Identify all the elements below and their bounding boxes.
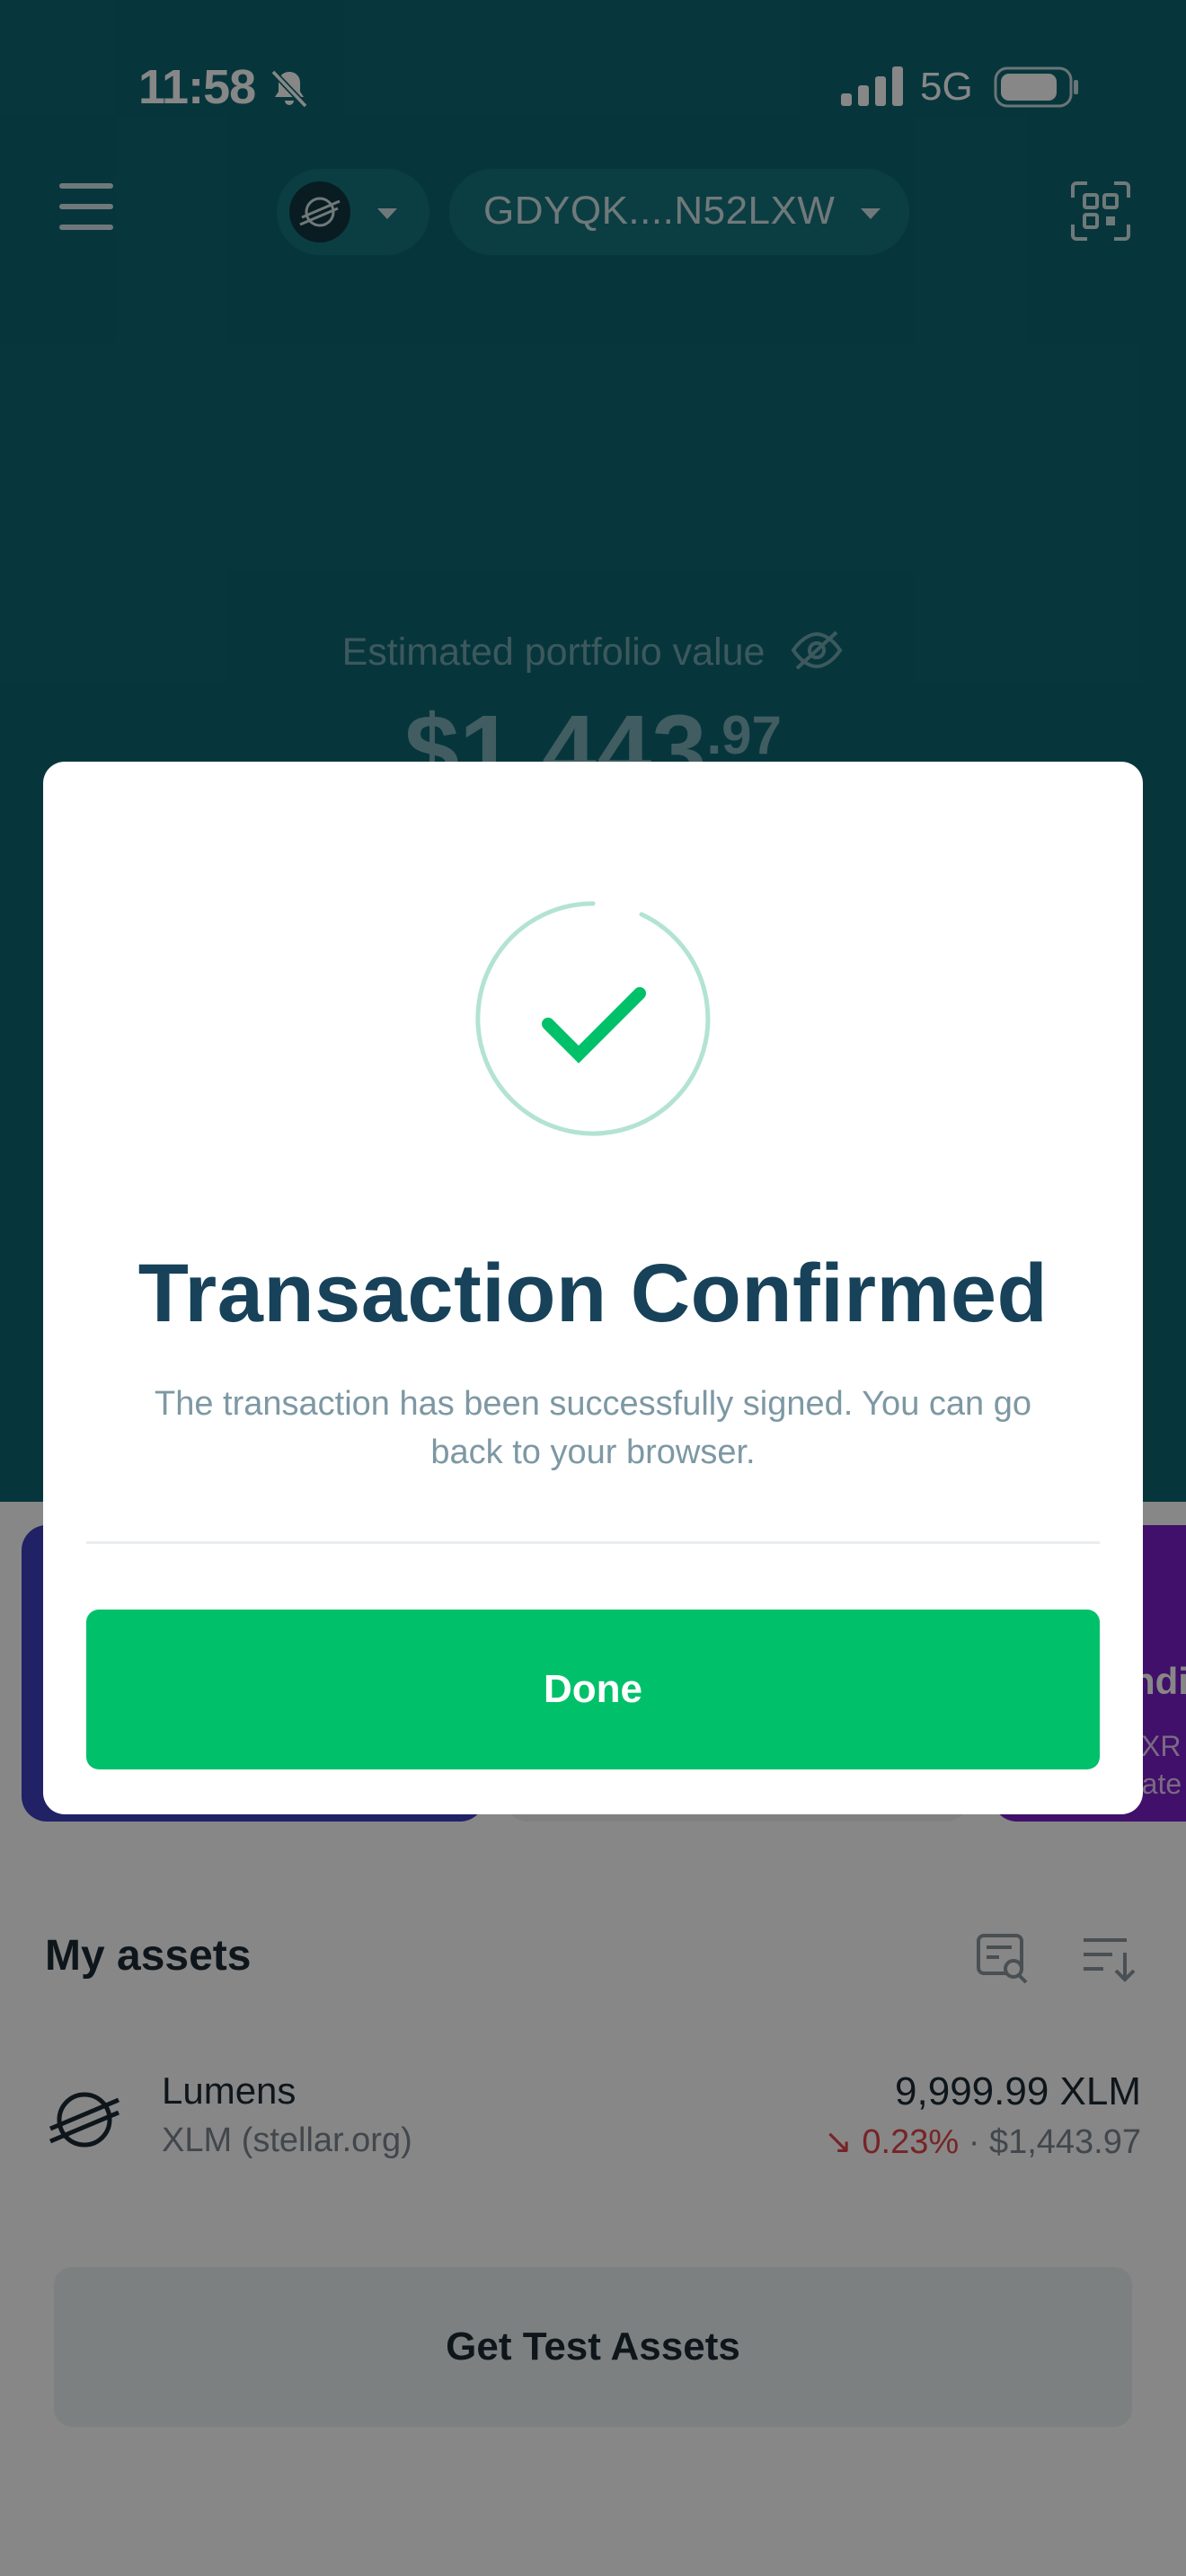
checkmark-icon [475,901,711,1136]
transaction-confirmed-modal: Transaction Confirmed The transaction ha… [43,762,1143,1814]
done-button[interactable]: Done [86,1610,1100,1769]
modal-title: Transaction Confirmed [137,1248,1049,1339]
modal-divider [86,1541,1100,1544]
modal-description: The transaction has been successfully si… [155,1385,1031,1471]
